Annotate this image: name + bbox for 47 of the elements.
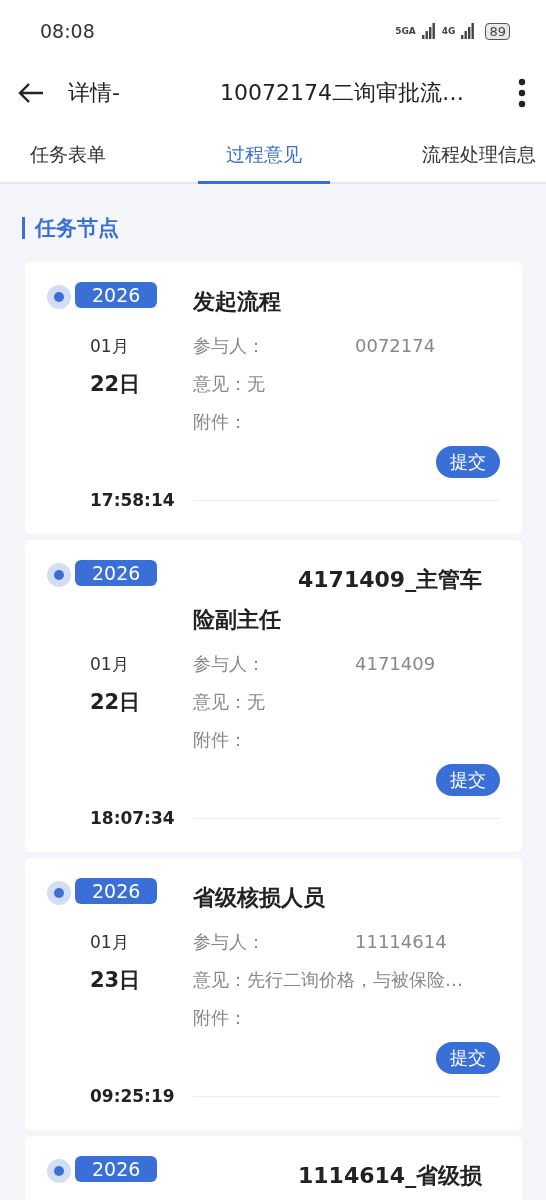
year-badge: 2026 bbox=[75, 1156, 158, 1182]
month-label: 01月 bbox=[89, 334, 130, 358]
timeline-dot bbox=[47, 285, 71, 309]
opinion-text: 意见：无 bbox=[193, 372, 266, 396]
day-label: 23日 bbox=[89, 967, 142, 994]
year-badge: 2026 bbox=[75, 878, 158, 904]
opinion-text: 意见：先行二询价格，与被保险… bbox=[193, 968, 464, 992]
time-label: 17:58:14 bbox=[89, 490, 176, 510]
timeline-dot bbox=[47, 563, 71, 587]
timeline-dot bbox=[47, 881, 71, 905]
node-title: 1114614_省级损 bbox=[297, 1162, 484, 1190]
attachment-label: 附件： bbox=[193, 410, 248, 434]
opinion-text: 意见：无 bbox=[193, 690, 266, 714]
network-label: 4G bbox=[441, 26, 456, 36]
attachment-label: 附件： bbox=[193, 1006, 248, 1030]
year-badge: 2026 bbox=[75, 560, 158, 586]
page-title: 详情- 10072174二询审批流… bbox=[68, 79, 464, 107]
time-label: 09:25:19 bbox=[89, 1086, 176, 1106]
signal-icon bbox=[421, 23, 436, 39]
time-label: 18:07:34 bbox=[89, 808, 176, 828]
tab[interactable]: 流程处理信息 bbox=[394, 124, 546, 184]
tab[interactable]: 过程意见 bbox=[198, 124, 330, 184]
back-arrow-icon[interactable] bbox=[18, 82, 44, 104]
node-title: 发起流程 bbox=[193, 288, 282, 316]
day-label: 22日 bbox=[89, 689, 142, 716]
network-label: 5GA bbox=[395, 26, 416, 36]
node-title: 4171409_主管车 bbox=[297, 566, 484, 594]
submit-button[interactable]: 提交 bbox=[436, 1042, 500, 1074]
timeline-dot bbox=[47, 1159, 71, 1183]
battery-icon: 89 bbox=[485, 22, 510, 40]
participant-text: 参与人： 4171409 bbox=[193, 652, 437, 676]
year-badge: 2026 bbox=[75, 282, 158, 308]
attachment-label: 附件： bbox=[193, 728, 248, 752]
month-label: 01月 bbox=[89, 930, 130, 954]
node-title: 险副主任 bbox=[193, 606, 282, 634]
signal-icon bbox=[461, 23, 476, 39]
submit-button[interactable]: 提交 bbox=[436, 764, 500, 796]
day-label: 22日 bbox=[89, 371, 142, 398]
section-title: 任务节点 bbox=[35, 215, 119, 242]
participant-text: 参与人： 0072174 bbox=[193, 334, 437, 358]
clock: 08:08 bbox=[40, 20, 95, 42]
submit-button[interactable]: 提交 bbox=[436, 446, 500, 478]
tab[interactable]: 任务表单 bbox=[2, 124, 134, 184]
participant-text: 参与人： 11114614 bbox=[193, 930, 448, 954]
more-icon[interactable] bbox=[518, 78, 526, 108]
node-title: 省级核损人员 bbox=[193, 884, 326, 912]
month-label: 01月 bbox=[89, 652, 130, 676]
